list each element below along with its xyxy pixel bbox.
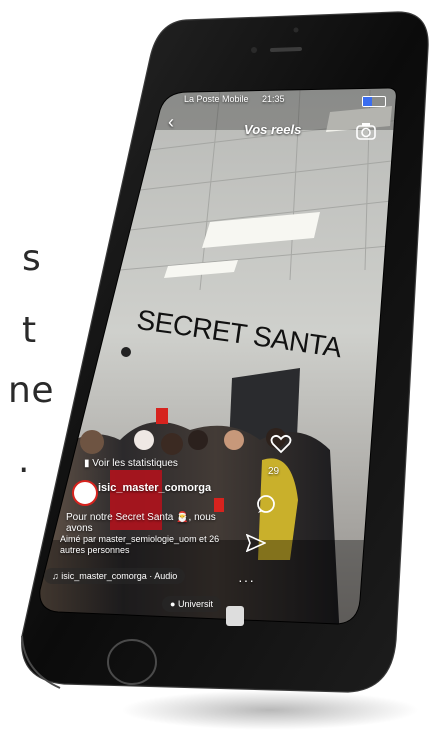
phone-device <box>21 11 429 693</box>
stats-link[interactable]: ▮ Voir les statistiques <box>84 458 178 469</box>
stats-icon: ▮ <box>84 458 90 469</box>
more-icon[interactable]: ··· <box>238 572 255 588</box>
audio-thumbnail[interactable] <box>226 606 244 626</box>
like-count: 29 <box>268 466 280 477</box>
status-time: 21:35 <box>262 94 285 104</box>
location-icon: ● <box>170 599 176 609</box>
comment-icon[interactable] <box>256 494 276 519</box>
caption: Pour notre Secret Santa 🎅, nous avons <box>66 512 216 534</box>
audio-pill[interactable]: ♫ isic_master_comorga · Audio <box>44 568 186 584</box>
status-carrier: La Poste Mobile <box>184 94 249 104</box>
camera-icon[interactable] <box>356 122 376 145</box>
send-icon[interactable] <box>245 533 267 557</box>
battery-icon <box>362 96 386 107</box>
liked-by[interactable]: Aimé par master_semiologie_uom et 26 aut… <box>60 534 220 556</box>
avatar[interactable] <box>72 480 98 506</box>
username[interactable]: isic_master_comorga <box>98 482 211 494</box>
page-title: Vos reels <box>244 122 302 137</box>
heart-icon[interactable] <box>270 434 292 459</box>
location-pill[interactable]: ● Universit <box>162 596 221 612</box>
music-icon: ♫ <box>52 571 59 581</box>
back-icon[interactable]: ‹ <box>168 112 174 133</box>
